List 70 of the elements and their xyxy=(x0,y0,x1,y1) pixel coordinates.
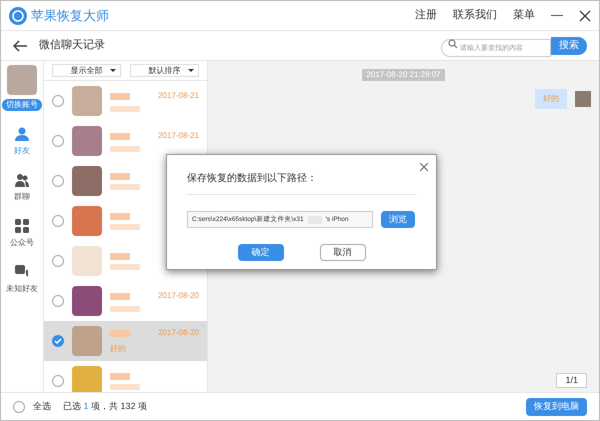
close-icon xyxy=(579,10,591,22)
avatar-placeholder xyxy=(72,126,102,156)
radio-button[interactable] xyxy=(52,375,64,387)
blurred-name xyxy=(110,212,130,220)
message-preview: 好的 xyxy=(110,343,127,355)
filter-dropdown[interactable]: 显示全部 xyxy=(52,64,121,77)
people-icon xyxy=(15,173,29,187)
nav-tab[interactable]: 公众号 xyxy=(10,219,34,249)
page-title: 微信聊天记录 xyxy=(39,38,105,54)
radio-button[interactable] xyxy=(52,95,64,107)
search-icon xyxy=(448,38,457,48)
message-bubble: 好的 xyxy=(535,89,567,109)
contact-date: 2017-08-21 xyxy=(158,130,199,142)
header-link[interactable]: 联系我们 xyxy=(453,7,497,24)
dialog-title: 保存恢复的数据到以下路径： xyxy=(187,163,416,195)
blurred-name xyxy=(110,172,130,180)
pager[interactable]: 1/1 xyxy=(556,372,587,388)
blurred-preview xyxy=(110,184,140,190)
blurred-preview xyxy=(110,264,140,270)
header-link[interactable]: 菜单 xyxy=(513,7,535,24)
nav-tab[interactable]: 群聊 xyxy=(14,173,30,203)
avatar-placeholder xyxy=(72,86,102,116)
radio-button[interactable] xyxy=(52,135,64,147)
chat-bubble-icon xyxy=(15,265,29,279)
radio-button[interactable] xyxy=(52,255,64,267)
avatar-placeholder xyxy=(72,326,102,356)
contact-date: 2017-08-20 xyxy=(158,327,199,339)
avatar-placeholder xyxy=(72,246,102,276)
blurred-name xyxy=(110,372,130,380)
blurred-name xyxy=(110,252,130,260)
avatar-placeholder xyxy=(72,206,102,236)
selection-summary: 已选 1 项，共 132 项 xyxy=(63,400,148,413)
app-logo-icon xyxy=(9,6,27,24)
close-button[interactable] xyxy=(579,10,591,22)
select-all-label[interactable]: 全选 xyxy=(33,400,51,414)
contact-date: 2017-08-21 xyxy=(158,90,199,102)
caret-icon xyxy=(188,69,194,72)
avatar-placeholder xyxy=(575,91,591,107)
blurred-name xyxy=(110,92,130,100)
blurred-preview xyxy=(110,224,140,230)
filter-dropdown[interactable]: 默认排序 xyxy=(130,64,199,77)
nav-tab[interactable]: 好友 xyxy=(14,127,30,157)
blurred-preview xyxy=(110,106,140,112)
caret-icon xyxy=(110,69,116,72)
header-link[interactable]: 注册 xyxy=(415,7,437,24)
avatar-placeholder xyxy=(72,286,102,316)
grid-icon xyxy=(15,219,29,233)
radio-button[interactable] xyxy=(52,175,64,187)
close-icon xyxy=(420,163,428,171)
blurred-preview xyxy=(110,146,140,152)
blurred-preview xyxy=(110,384,140,390)
chat-timestamp: 2017-08-20 21:29:07 xyxy=(362,69,445,81)
profile-photo-placeholder xyxy=(7,65,37,95)
person-icon xyxy=(15,127,29,141)
avatar-placeholder xyxy=(72,366,102,392)
contact-date: 2017-08-20 xyxy=(158,290,199,302)
avatar-placeholder xyxy=(72,166,102,196)
blurred-name xyxy=(110,132,130,140)
blurred-preview xyxy=(110,306,140,312)
cancel-button[interactable]: 取消 xyxy=(320,244,366,261)
close-button[interactable] xyxy=(420,163,428,171)
checked-radio[interactable] xyxy=(52,335,64,347)
back-arrow-icon[interactable] xyxy=(13,40,27,52)
radio-button[interactable] xyxy=(52,295,64,307)
radio-button[interactable] xyxy=(13,400,25,412)
nav-tab[interactable]: 未知好友 xyxy=(6,265,38,295)
app-title: 苹果恢复大师 xyxy=(31,6,109,25)
blurred-name xyxy=(110,292,130,300)
blurred-name xyxy=(110,330,130,336)
radio-button[interactable] xyxy=(52,215,64,227)
